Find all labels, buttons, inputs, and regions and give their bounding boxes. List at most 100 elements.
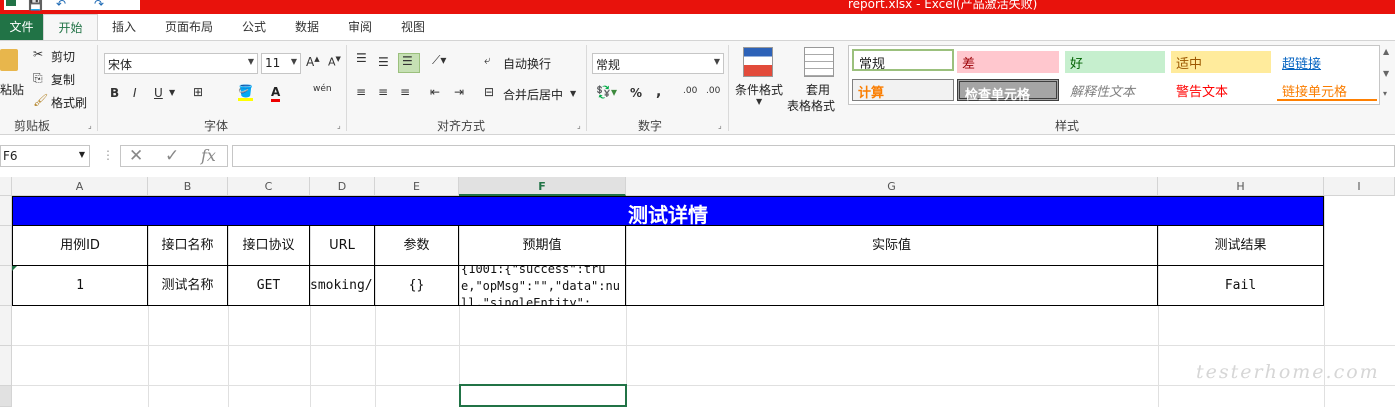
style-check-cell[interactable]: 检查单元格 bbox=[957, 79, 1059, 103]
decrease-indent-icon[interactable]: ⇤ bbox=[430, 85, 440, 99]
percent-button[interactable]: % bbox=[630, 86, 642, 100]
increase-indent-icon[interactable]: ⇥ bbox=[454, 85, 464, 99]
number-launcher-icon[interactable]: ⌟ bbox=[718, 121, 722, 130]
sheet-title-banner[interactable]: 测试详情 bbox=[12, 196, 1324, 227]
column-header-c[interactable]: C bbox=[228, 177, 310, 196]
align-left-icon[interactable]: ≡ bbox=[356, 85, 366, 99]
selected-cell[interactable] bbox=[459, 384, 627, 407]
font-shrink-icon[interactable]: A▼ bbox=[328, 55, 341, 69]
font-grow-icon[interactable]: A▲ bbox=[306, 55, 320, 69]
tab-insert[interactable]: 插入 bbox=[112, 18, 136, 35]
style-bad[interactable]: 差 bbox=[957, 51, 1059, 73]
bold-button[interactable]: B bbox=[110, 86, 119, 100]
style-warning[interactable]: 警告文本 bbox=[1171, 79, 1271, 101]
style-normal[interactable]: 常规 bbox=[852, 49, 954, 72]
style-hyperlink[interactable]: 超链接 bbox=[1277, 51, 1377, 73]
align-middle-icon[interactable]: ☰ bbox=[378, 55, 389, 69]
align-right-icon[interactable]: ≡ bbox=[400, 85, 410, 99]
gallery-more-icon[interactable]: ▾ bbox=[1383, 89, 1387, 98]
tab-formulas[interactable]: 公式 bbox=[242, 18, 266, 35]
tab-review[interactable]: 审阅 bbox=[348, 18, 372, 35]
data-cell-params[interactable]: {} bbox=[375, 266, 459, 306]
style-calculation[interactable]: 计算 bbox=[852, 79, 954, 101]
fill-color-icon[interactable]: 🪣 bbox=[238, 84, 253, 101]
column-header-d[interactable]: D bbox=[310, 177, 375, 196]
gallery-up-icon[interactable]: ▲ bbox=[1383, 47, 1389, 56]
chevron-down-icon[interactable]: ▼ bbox=[169, 88, 175, 97]
header-cell-protocol[interactable]: 接口协议 bbox=[228, 226, 310, 266]
column-header-e[interactable]: E bbox=[375, 177, 459, 196]
redo-icon[interactable]: ↷ bbox=[94, 0, 104, 11]
orientation-icon[interactable]: ⟋▾ bbox=[432, 53, 446, 68]
style-explanatory[interactable]: 解释性文本 bbox=[1065, 79, 1165, 101]
data-cell-actual[interactable] bbox=[626, 266, 1158, 306]
gallery-down-icon[interactable]: ▼ bbox=[1383, 69, 1389, 78]
header-cell-result[interactable]: 测试结果 bbox=[1158, 226, 1324, 266]
header-cell-params[interactable]: 参数 bbox=[375, 226, 459, 266]
row-header[interactable] bbox=[0, 306, 12, 346]
undo-icon[interactable]: ↶ bbox=[56, 0, 66, 11]
data-cell-result[interactable]: Fail bbox=[1158, 266, 1324, 306]
italic-button[interactable]: I bbox=[133, 86, 137, 100]
data-cell-url[interactable]: smoking/ bbox=[310, 266, 375, 306]
style-linked-cell[interactable]: 链接单元格 bbox=[1277, 79, 1377, 101]
data-cell-protocol[interactable]: GET bbox=[228, 266, 310, 306]
header-cell-expected[interactable]: 预期值 bbox=[459, 226, 626, 266]
cancel-icon[interactable]: ✕ bbox=[129, 146, 143, 166]
style-neutral[interactable]: 适中 bbox=[1171, 51, 1271, 73]
table-format-button[interactable]: 表格格式 bbox=[787, 97, 835, 114]
tab-view[interactable]: 视图 bbox=[401, 18, 425, 35]
data-cell-api-name[interactable]: 测试名称 bbox=[148, 266, 228, 306]
font-launcher-icon[interactable]: ⌟ bbox=[337, 121, 341, 130]
border-icon[interactable]: ⊞ bbox=[193, 85, 203, 99]
table-format-label-1[interactable]: 套用 bbox=[806, 81, 830, 98]
font-name-select[interactable]: 宋体 ▼ bbox=[104, 53, 258, 74]
save-icon[interactable]: 💾 bbox=[28, 0, 43, 11]
insert-function-icon[interactable]: fx bbox=[201, 146, 216, 165]
tab-data[interactable]: 数据 bbox=[295, 18, 319, 35]
alignment-launcher-icon[interactable]: ⌟ bbox=[577, 121, 581, 130]
column-header-f[interactable]: F bbox=[459, 177, 626, 196]
chevron-down-icon[interactable]: ▼ bbox=[756, 97, 762, 106]
header-cell-actual[interactable]: 实际值 bbox=[626, 226, 1158, 266]
name-box[interactable]: F6 ▼ bbox=[0, 145, 90, 167]
clipboard-launcher-icon[interactable]: ⌟ bbox=[88, 121, 92, 130]
underline-button[interactable]: U bbox=[154, 86, 163, 100]
conditional-format-button[interactable]: 条件格式 bbox=[735, 81, 783, 98]
row-header[interactable] bbox=[0, 226, 12, 266]
currency-icon[interactable]: 💱▾ bbox=[596, 85, 617, 99]
comma-button[interactable]: , bbox=[656, 84, 661, 100]
align-top-icon[interactable]: ☰ bbox=[356, 51, 367, 65]
column-header-a[interactable]: A bbox=[12, 177, 148, 196]
tab-page-layout[interactable]: 页面布局 bbox=[165, 18, 213, 35]
header-cell-url[interactable]: URL bbox=[310, 226, 375, 266]
decrease-decimal-button[interactable]: .00 bbox=[706, 86, 720, 96]
chevron-down-icon[interactable]: ▼ bbox=[79, 150, 85, 159]
data-cell-case-id[interactable]: 1 bbox=[12, 266, 148, 306]
font-size-select[interactable]: 11 ▼ bbox=[261, 53, 301, 74]
cut-button[interactable]: 剪切 bbox=[51, 48, 75, 65]
row-header[interactable] bbox=[0, 196, 12, 226]
merge-center-button[interactable]: 合并后居中 bbox=[503, 86, 563, 103]
align-center-icon[interactable]: ≡ bbox=[378, 85, 388, 99]
select-all-corner[interactable] bbox=[0, 177, 12, 196]
chevron-down-icon[interactable]: ▼ bbox=[714, 57, 720, 66]
wrap-text-button[interactable]: 自动换行 bbox=[503, 55, 551, 72]
row-header[interactable] bbox=[0, 386, 12, 407]
copy-button[interactable]: 复制 bbox=[51, 71, 75, 88]
tab-home[interactable]: 开始 bbox=[43, 14, 98, 41]
header-cell-case-id[interactable]: 用例ID bbox=[12, 226, 148, 266]
column-header-h[interactable]: H bbox=[1158, 177, 1324, 196]
tab-file[interactable]: 文件 bbox=[0, 14, 43, 40]
number-format-select[interactable]: 常规 ▼ bbox=[592, 53, 724, 74]
font-color-icon[interactable]: A bbox=[271, 85, 281, 102]
style-good[interactable]: 好 bbox=[1065, 51, 1165, 73]
column-header-g[interactable]: G bbox=[626, 177, 1158, 196]
formula-input[interactable] bbox=[232, 145, 1395, 167]
header-cell-api-name[interactable]: 接口名称 bbox=[148, 226, 228, 266]
enter-icon[interactable]: ✓ bbox=[165, 146, 179, 166]
data-cell-expected[interactable]: {1001:{"success":true,"opMsg":"","data":… bbox=[459, 266, 626, 306]
format-painter-button[interactable]: 格式刷 bbox=[51, 94, 87, 111]
phonetic-icon[interactable]: wén bbox=[313, 84, 332, 94]
row-header[interactable] bbox=[0, 346, 12, 386]
